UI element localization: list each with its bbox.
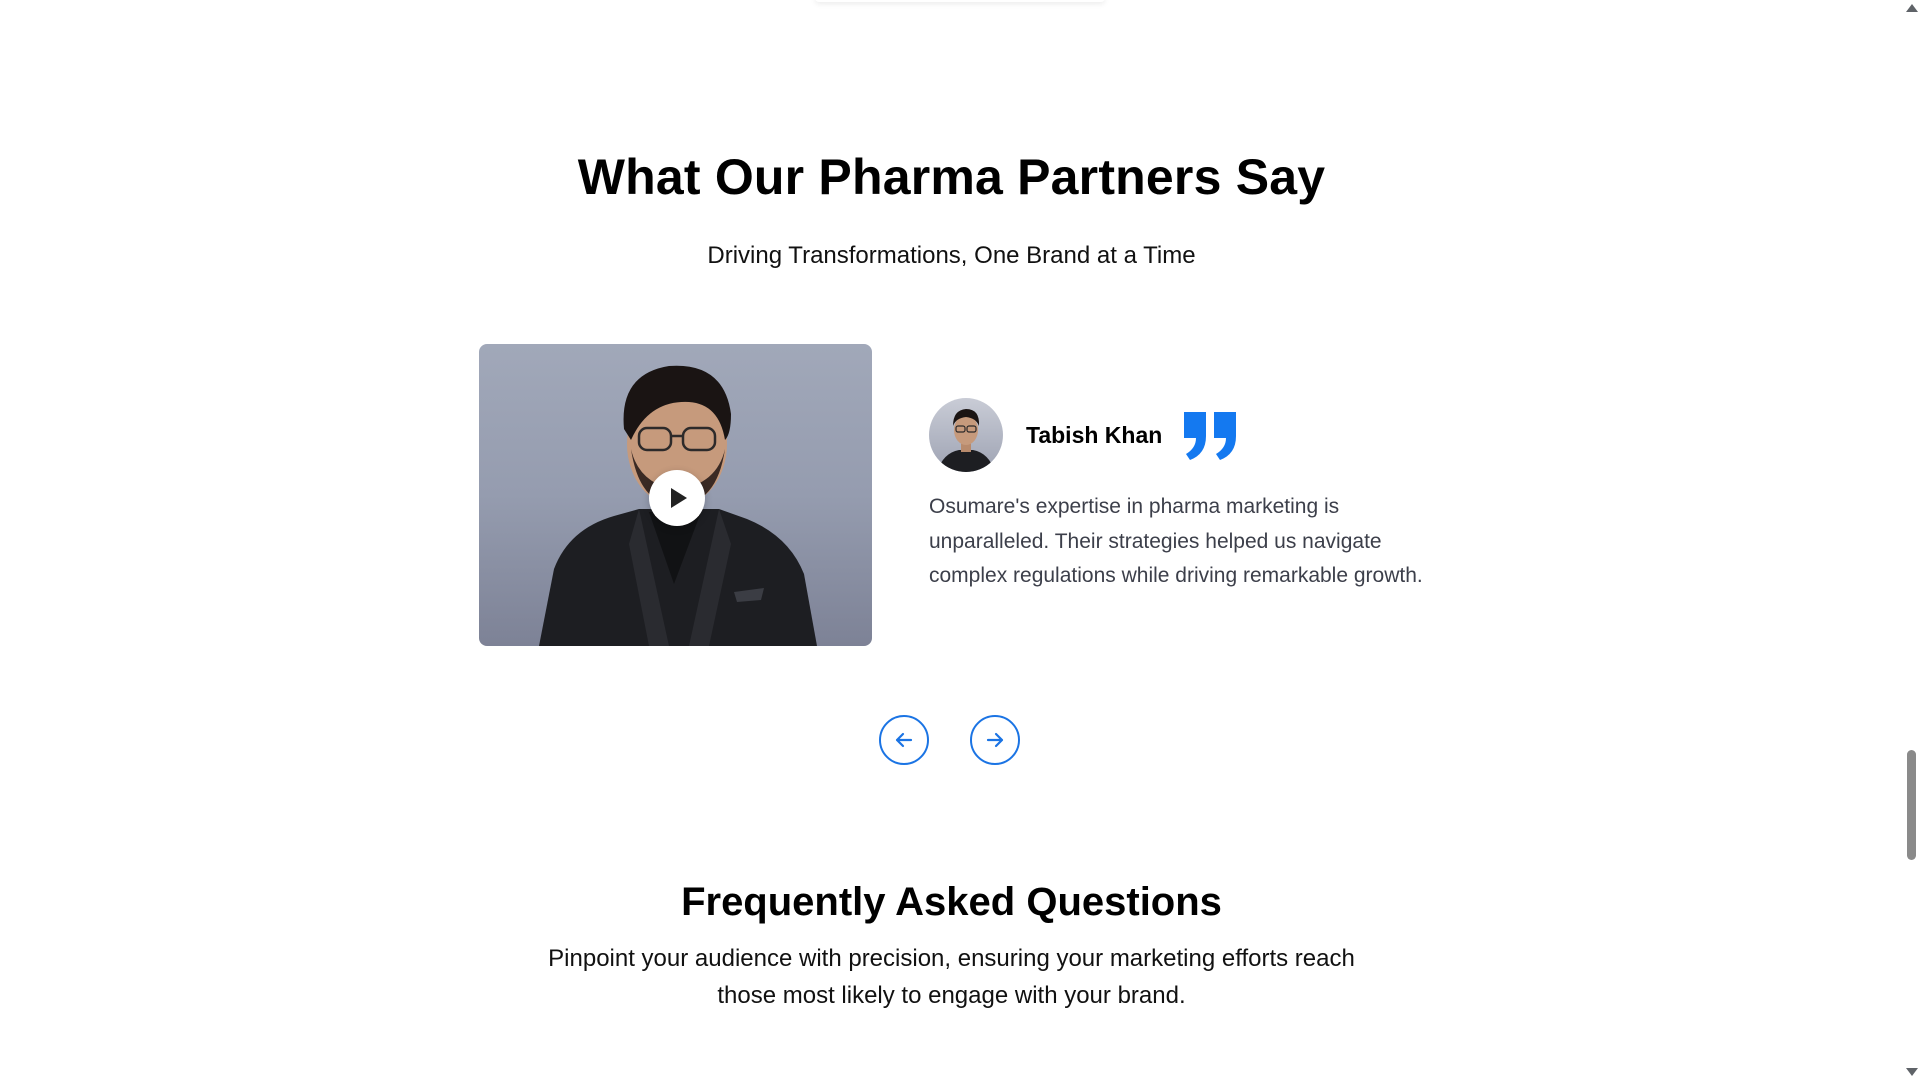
quote-icon [1184,412,1237,460]
scroll-down-arrow-icon[interactable] [1906,1068,1918,1076]
scrollbar-thumb[interactable] [1907,750,1916,860]
arrow-right-icon [986,732,1004,748]
arrow-left-icon [895,732,913,748]
previous-section-edge [815,0,1105,2]
testimonial-author: Tabish Khan [929,397,1238,473]
author-name: Tabish Khan [1026,421,1163,448]
testimonials-subtitle: Driving Transformations, One Brand at a … [707,242,1196,269]
faq-subtitle: Pinpoint your audience with precision, e… [548,945,1355,1009]
play-video-button[interactable] [649,470,705,526]
avatar [929,398,1003,472]
scroll-up-arrow-icon[interactable] [1906,4,1918,12]
play-icon [671,488,687,508]
testimonial-quote: Osumare's expertise in pharma marketing … [929,495,1423,587]
previous-testimonial-button[interactable] [879,715,929,765]
page-scrollbar[interactable] [1903,0,1920,1080]
testimonials-title: What Our Pharma Partners Say [577,149,1326,205]
page: What Our Pharma Partners Say Driving Tra… [0,0,1920,1080]
next-testimonial-button[interactable] [970,715,1020,765]
faq-title: Frequently Asked Questions [681,880,1222,924]
